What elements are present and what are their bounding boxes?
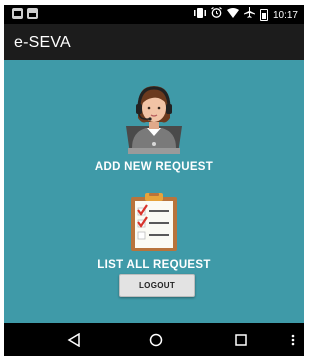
app-title: e-SEVA	[14, 34, 71, 51]
airplane-icon	[243, 7, 255, 23]
alarm-icon	[211, 7, 222, 23]
recents-icon[interactable]	[226, 323, 256, 356]
phone-screen: 10:17 e-SEVA ADD NEW REQUEST LIST ALL RE…	[4, 5, 304, 356]
vibrate-icon	[193, 7, 206, 23]
list-all-request-label: LIST ALL REQUEST	[97, 259, 211, 271]
list-all-request-option[interactable]: LIST ALL REQUEST	[4, 193, 304, 271]
status-bar: 10:17	[4, 5, 304, 24]
support-agent-icon	[4, 78, 304, 156]
add-new-request-option[interactable]: ADD NEW REQUEST	[4, 78, 304, 173]
battery-icon	[259, 9, 268, 21]
app-bar: e-SEVA	[4, 24, 304, 60]
image-icon	[27, 8, 38, 19]
overflow-menu-icon[interactable]	[286, 323, 300, 356]
clipboard-checklist-icon	[4, 193, 304, 251]
add-new-request-label: ADD NEW REQUEST	[94, 161, 214, 173]
navigation-bar	[4, 323, 304, 356]
system-icons: 10:17	[193, 7, 298, 23]
message-icon	[12, 8, 23, 19]
logout-button[interactable]: LOGOUT	[119, 274, 195, 297]
home-icon[interactable]	[141, 323, 171, 356]
status-time: 10:17	[272, 9, 298, 21]
wifi-icon	[226, 7, 239, 23]
main-content: ADD NEW REQUEST LIST ALL REQUEST LOGOUT	[4, 60, 304, 323]
back-icon[interactable]	[59, 323, 89, 356]
notification-icons	[12, 8, 38, 19]
